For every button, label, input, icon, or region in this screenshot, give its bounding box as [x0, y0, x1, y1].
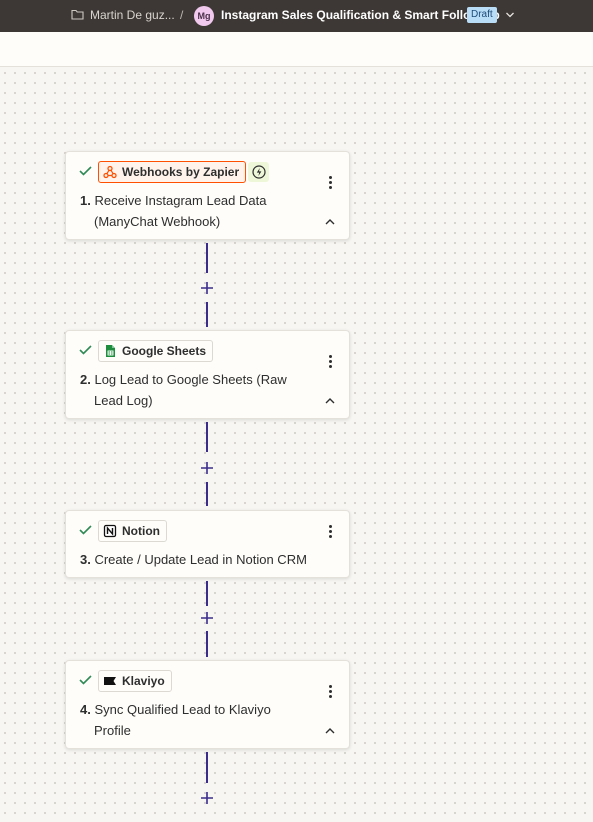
app-badge[interactable]: Klaviyo — [98, 670, 172, 692]
app-badge[interactable]: Webhooks by Zapier — [98, 161, 247, 183]
step-connector — [206, 752, 208, 783]
check-icon — [79, 166, 92, 176]
step-connector — [206, 581, 208, 606]
step-connector — [206, 482, 208, 506]
step-title-line1: Create / Update Lead in Notion CRM — [94, 552, 307, 567]
google-sheets-icon — [106, 345, 115, 357]
app-badge[interactable]: Google Sheets — [98, 340, 214, 362]
add-step-button[interactable] — [200, 791, 214, 805]
app-name: Google Sheets — [122, 344, 207, 358]
step-title-line1: Sync Qualified Lead to Klaviyo — [94, 702, 271, 717]
step-title-line1: Log Lead to Google Sheets (Raw — [94, 372, 287, 387]
lightning-icon — [251, 165, 266, 179]
chevron-up-icon[interactable] — [325, 218, 335, 225]
step-connector — [206, 302, 208, 327]
step-title-line2: Lead Log) — [94, 393, 153, 408]
step-card-1[interactable]: Webhooks by Zapier 1. Receive Instagram … — [65, 151, 350, 240]
step-card-2[interactable]: Google Sheets 2. Log Lead to Google Shee… — [65, 330, 350, 419]
add-step-button[interactable] — [200, 281, 214, 295]
status-badge: Draft — [467, 7, 497, 23]
zap-title[interactable]: Instagram Sales Qualification & Smart Fo… — [221, 8, 500, 22]
check-icon — [79, 525, 92, 535]
breadcrumb-folder[interactable]: Martin De guz... — [90, 8, 175, 22]
step-card-4[interactable]: Klaviyo 4. Sync Qualified Lead to Klaviy… — [65, 660, 350, 749]
notion-icon — [103, 524, 117, 538]
chevron-up-icon[interactable] — [325, 727, 335, 734]
app-badge[interactable]: Notion — [98, 520, 167, 542]
top-bar: Martin De guz... / Mg Instagram Sales Qu… — [0, 0, 593, 32]
step-title: 1. Receive Instagram Lead Data (ManyChat… — [80, 190, 300, 232]
avatar[interactable]: Mg — [194, 6, 214, 26]
app-name: Webhooks by Zapier — [122, 165, 240, 179]
step-number: 2. — [80, 372, 91, 387]
instant-trigger-badge — [248, 162, 269, 182]
chevron-up-icon[interactable] — [325, 397, 335, 404]
step-menu-button[interactable] — [329, 525, 333, 539]
editor-toolbar — [0, 32, 593, 67]
step-menu-button[interactable] — [329, 176, 333, 190]
step-title-line2: (ManyChat Webhook) — [94, 214, 221, 229]
step-title: 3. Create / Update Lead in Notion CRM — [80, 549, 340, 570]
step-connector — [206, 422, 208, 452]
breadcrumb-separator: / — [180, 8, 184, 22]
step-card-3[interactable]: Notion 3. Create / Update Lead in Notion… — [65, 510, 350, 578]
chevron-down-icon[interactable] — [505, 10, 515, 20]
step-title-line1: Receive Instagram Lead Data — [94, 193, 267, 208]
step-number: 3. — [80, 552, 91, 567]
add-step-button[interactable] — [200, 461, 214, 475]
step-connector — [206, 631, 208, 657]
klaviyo-icon — [104, 677, 116, 685]
step-connector — [206, 243, 208, 273]
step-menu-button[interactable] — [329, 355, 333, 369]
folder-icon[interactable] — [71, 9, 84, 20]
step-title: 2. Log Lead to Google Sheets (Raw Lead L… — [80, 369, 300, 411]
app-name: Notion — [122, 524, 160, 538]
step-number: 1. — [80, 193, 91, 208]
step-menu-button[interactable] — [329, 685, 333, 699]
step-number: 4. — [80, 702, 91, 717]
check-icon — [79, 675, 92, 685]
webhook-icon — [103, 165, 117, 179]
app-name: Klaviyo — [122, 674, 165, 688]
check-icon — [79, 345, 92, 355]
step-title: 4. Sync Qualified Lead to Klaviyo Profil… — [80, 699, 300, 741]
add-step-button[interactable] — [200, 611, 214, 625]
step-title-line2: Profile — [94, 723, 131, 738]
